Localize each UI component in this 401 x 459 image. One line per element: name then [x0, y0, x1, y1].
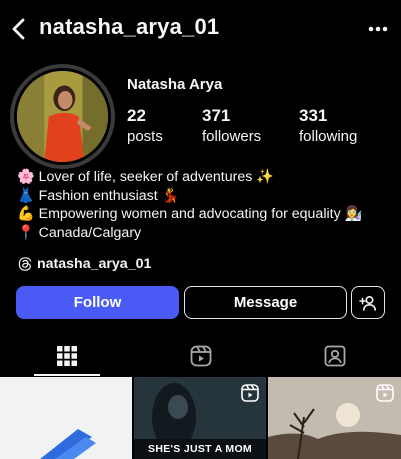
tab-reels[interactable]: [134, 336, 267, 376]
avatar-photo: [17, 71, 108, 162]
followers-count: 371: [202, 106, 231, 125]
follow-button[interactable]: Follow: [16, 286, 179, 319]
bio-line: 💪 Empowering women and advocating for eq…: [17, 206, 363, 223]
bio-line: 📍 Canada/Calgary: [17, 224, 142, 241]
more-horizontal-icon[interactable]: [367, 18, 389, 40]
post-caption: SHE'S JUST A MOM: [148, 443, 252, 455]
message-button[interactable]: Message: [184, 286, 347, 319]
reel-badge-icon: [376, 384, 394, 402]
post-thumbnail: [0, 377, 132, 459]
threads-link[interactable]: natasha_arya_01: [17, 256, 151, 272]
stat-posts[interactable]: 22 posts: [127, 106, 163, 145]
posts-grid: SHE'S JUST A MOM: [0, 377, 401, 459]
post-tile[interactable]: SHE'S JUST A MOM: [134, 377, 266, 459]
post-tile[interactable]: [268, 377, 401, 459]
active-tab-indicator: [34, 374, 100, 376]
bio-line: 🌸 Lover of life, seeker of adventures ✨: [17, 169, 274, 185]
threads-icon: [18, 257, 32, 271]
profile-bio: 🌸 Lover of life, seeker of adventures ✨ …: [17, 168, 397, 242]
posts-label: posts: [127, 128, 163, 145]
profile-header: natasha_arya_01: [0, 0, 401, 58]
followers-label: followers: [202, 128, 262, 145]
stat-following[interactable]: 331 following: [299, 106, 357, 145]
bio-line: 👗 Fashion enthusiast 💃: [17, 187, 180, 204]
profile-tabs: [0, 336, 401, 376]
reel-badge-icon: [241, 384, 259, 402]
suggested-users-button[interactable]: [351, 286, 385, 319]
reels-icon: [190, 345, 211, 367]
following-label: following: [299, 128, 358, 145]
posts-count: 22: [127, 106, 146, 125]
profile-username-title: natasha_arya_01: [39, 14, 220, 39]
avatar: [14, 68, 111, 165]
tab-posts-grid[interactable]: [0, 336, 133, 376]
tab-tagged[interactable]: [268, 336, 401, 376]
post-tile[interactable]: [0, 377, 132, 459]
following-count: 331: [299, 106, 328, 125]
add-user-icon: [359, 295, 376, 311]
chevron-left-icon[interactable]: [8, 17, 30, 41]
avatar-ring[interactable]: [10, 64, 115, 169]
tagged-icon: [324, 345, 345, 367]
grid-icon: [56, 346, 77, 366]
stat-followers[interactable]: 371 followers: [202, 106, 261, 145]
threads-handle: natasha_arya_01: [37, 256, 152, 272]
display-name: Natasha Arya: [127, 76, 223, 93]
